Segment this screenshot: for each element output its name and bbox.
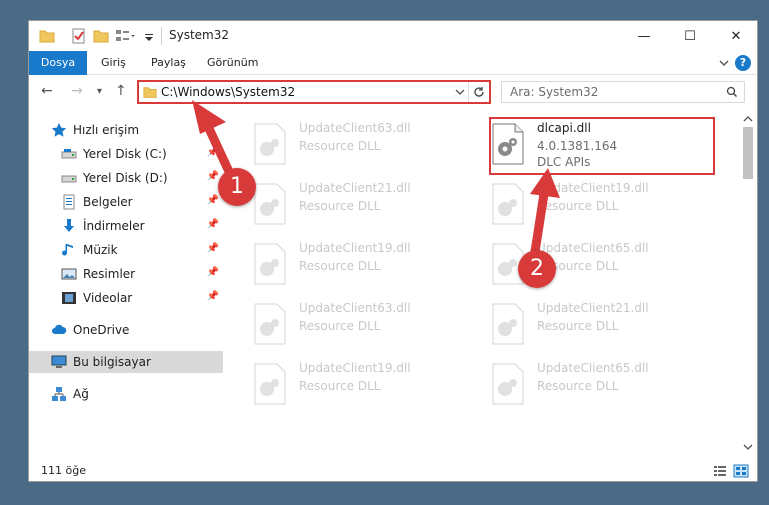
arrow-2-shaft <box>529 189 549 263</box>
step-2-badge: 2 <box>518 250 556 288</box>
annotation-arrows <box>192 100 560 263</box>
arrow-1-head <box>192 100 226 134</box>
step-1-badge: 1 <box>218 168 256 206</box>
arrow-2-head <box>530 168 560 198</box>
